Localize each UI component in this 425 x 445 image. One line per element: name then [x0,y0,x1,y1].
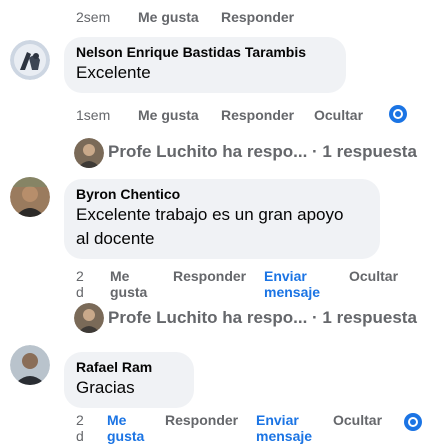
comment-time-line: d [76,284,84,300]
hide-button[interactable]: Ocultar [333,412,382,428]
messenger-icon[interactable] [403,412,423,432]
comment-time[interactable]: 1sem [76,107,110,123]
reply-author: Profe Luchito ha respo... [108,142,308,161]
send-message-line: mensaje [264,284,321,300]
reply-author: Profe Luchito ha respo... [108,308,308,327]
like-label-line: gusta [110,284,148,300]
send-message-button[interactable]: Enviar mensaje [256,412,312,444]
comment-bubble: Rafael Ram Gracias [64,352,194,408]
avatar[interactable] [74,303,104,333]
reply-button[interactable]: Responder [221,9,294,25]
comment-time[interactable]: 2 d [76,412,84,444]
like-label-line: Me [107,412,127,428]
hide-button[interactable]: Ocultar [314,107,363,123]
reply-button[interactable]: Responder [173,268,246,284]
reply-count: · 1 respuesta [312,308,417,327]
comment-time-line: d [76,428,84,444]
comment-time[interactable]: 2 d [76,268,84,300]
comment-text: Excelente [76,63,151,82]
reply-button[interactable]: Responder [165,412,238,428]
view-replies-link[interactable]: Profe Luchito ha respo... · 1 respuesta [108,141,417,163]
comment-author[interactable]: Nelson Enrique Bastidas Tarambis [76,43,334,61]
send-message-line: Enviar [264,268,307,284]
send-message-line: Enviar [256,412,299,428]
comment-text: Gracias [76,378,135,397]
like-label-line: gusta [107,428,145,444]
reply-count: · 1 respuesta [312,142,417,161]
like-button[interactable]: Me gusta [110,268,147,300]
comment-author[interactable]: Rafael Ram [76,358,182,376]
send-message-button[interactable]: Enviar mensaje [264,268,320,300]
like-label-line: Me [110,268,130,284]
avatar[interactable] [10,345,50,385]
like-button[interactable]: Me gusta [107,412,144,444]
reply-button[interactable]: Responder [221,107,294,123]
comment-time[interactable]: 2sem [76,9,110,25]
view-replies-link[interactable]: Profe Luchito ha respo... · 1 respuesta [108,307,417,329]
avatar[interactable] [74,138,104,168]
avatar[interactable] [10,177,50,217]
comment-bubble: Nelson Enrique Bastidas Tarambis Excelen… [64,37,346,93]
comment-text-line: Excelente trabajo es un gran apoyo [76,205,344,224]
messenger-icon[interactable] [388,104,408,124]
comment-author[interactable]: Byron Chentico [76,185,368,203]
avatar[interactable] [10,40,50,80]
comment-text-line: al docente [76,229,155,248]
hide-button[interactable]: Ocultar [349,268,398,284]
like-button[interactable]: Me gusta [138,107,199,123]
like-button[interactable]: Me gusta [138,9,199,25]
comment-time-line: 2 [76,268,84,284]
send-message-line: mensaje [256,428,313,444]
comment-time-line: 2 [76,412,84,428]
comment-bubble: Byron Chentico Excelente trabajo es un g… [64,179,380,259]
